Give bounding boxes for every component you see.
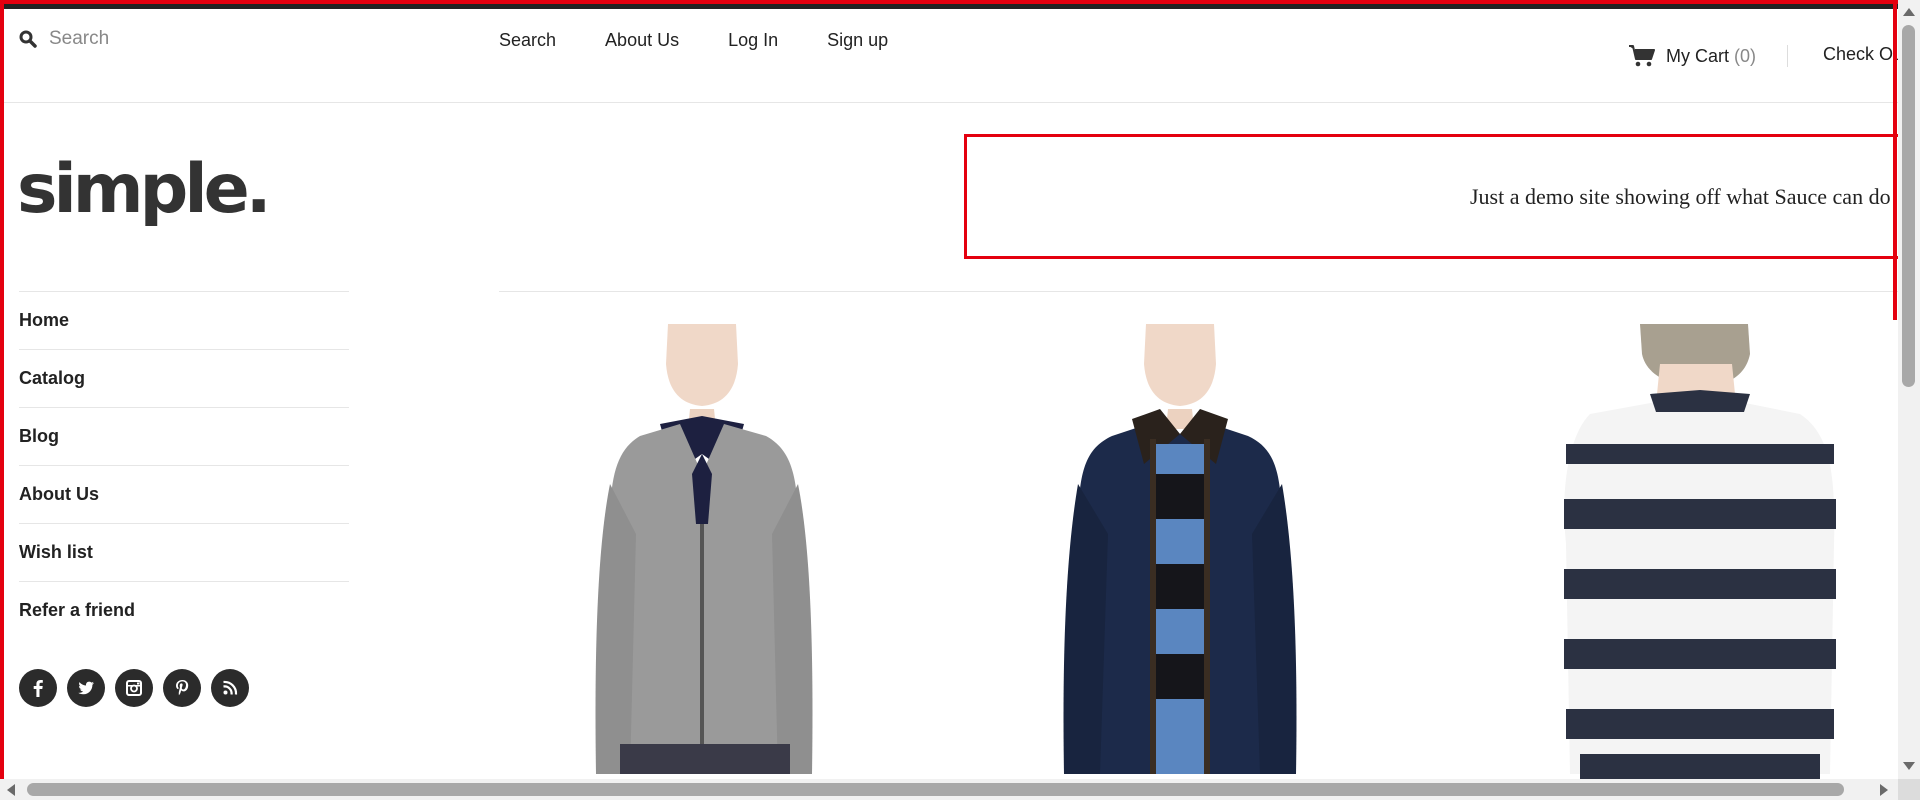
top-accent-bar bbox=[0, 0, 1898, 9]
horizontal-scrollbar[interactable] bbox=[0, 779, 1898, 800]
cart-label: My Cart bbox=[1666, 45, 1729, 66]
sidebar-item-wish-list[interactable]: Wish list bbox=[19, 523, 349, 581]
product-image-navy-jacket-striped-sweater bbox=[1063, 324, 1297, 774]
sidebar-item-label: Catalog bbox=[19, 368, 86, 388]
product-card[interactable] bbox=[1020, 324, 1370, 779]
top-nav-search[interactable]: Search bbox=[499, 30, 556, 51]
horizontal-scroll-thumb[interactable] bbox=[27, 783, 1844, 796]
scroll-up-arrow-icon[interactable] bbox=[1903, 8, 1915, 16]
my-cart-link[interactable]: My Cart (0) bbox=[1628, 44, 1756, 68]
sidebar-item-label: Home bbox=[19, 310, 70, 330]
sidebar-item-blog[interactable]: Blog bbox=[19, 407, 349, 465]
scroll-down-arrow-icon[interactable] bbox=[1903, 762, 1915, 770]
banner-text: Just a demo site showing off what Sauce … bbox=[1470, 184, 1891, 209]
product-card[interactable] bbox=[540, 324, 890, 779]
striped-sweater bbox=[1155, 444, 1205, 774]
product-image-striped-sweater-back bbox=[1564, 324, 1836, 779]
sidebar-item-home[interactable]: Home bbox=[19, 291, 349, 349]
check-out-link[interactable]: Check Out bbox=[1823, 44, 1898, 65]
site-logo[interactable]: simple. bbox=[17, 150, 272, 229]
sidebar-item-label: About Us bbox=[19, 484, 99, 504]
rss-icon[interactable] bbox=[211, 669, 249, 707]
scroll-right-arrow-icon[interactable] bbox=[1880, 784, 1888, 796]
header-divider-line bbox=[4, 102, 1898, 103]
header-divider bbox=[1787, 45, 1788, 67]
facebook-icon[interactable] bbox=[19, 669, 57, 707]
vertical-scrollbar[interactable] bbox=[1898, 0, 1920, 779]
sidebar-item-refer-a-friend[interactable]: Refer a friend bbox=[19, 581, 349, 639]
browser-viewport: Search About Us Log In Sign up My Cart (… bbox=[0, 0, 1898, 779]
product-card[interactable] bbox=[1500, 324, 1850, 779]
cart-count: (0) bbox=[1734, 45, 1756, 66]
product-image-grey-zip-jacket bbox=[595, 324, 813, 774]
cart-icon bbox=[1629, 45, 1655, 67]
sidebar-item-catalog[interactable]: Catalog bbox=[19, 349, 349, 407]
top-nav-sign-up[interactable]: Sign up bbox=[827, 30, 888, 51]
search-icon[interactable] bbox=[19, 30, 37, 48]
instagram-icon[interactable] bbox=[115, 669, 153, 707]
highlight-frame-right bbox=[1893, 0, 1897, 320]
highlight-frame-left bbox=[0, 0, 4, 779]
scroll-left-arrow-icon[interactable] bbox=[7, 784, 15, 796]
sidebar-item-label: Blog bbox=[19, 426, 59, 446]
vertical-scroll-thumb[interactable] bbox=[1902, 25, 1915, 387]
sidebar-item-label: Refer a friend bbox=[19, 600, 136, 620]
sidebar-nav: Home Catalog Blog About Us Wish list Ref… bbox=[19, 291, 349, 639]
search-bar bbox=[19, 28, 349, 50]
top-nav-log-in[interactable]: Log In bbox=[728, 30, 778, 51]
twitter-icon[interactable] bbox=[67, 669, 105, 707]
top-nav-about-us[interactable]: About Us bbox=[605, 30, 679, 51]
search-input[interactable] bbox=[49, 28, 349, 50]
social-links bbox=[19, 669, 259, 707]
top-nav: Search About Us Log In Sign up bbox=[499, 30, 937, 51]
content-divider bbox=[499, 291, 1898, 292]
sidebar-item-about-us[interactable]: About Us bbox=[19, 465, 349, 523]
scrollbar-corner bbox=[1898, 779, 1920, 800]
pinterest-icon[interactable] bbox=[163, 669, 201, 707]
sidebar-item-label: Wish list bbox=[19, 542, 93, 562]
